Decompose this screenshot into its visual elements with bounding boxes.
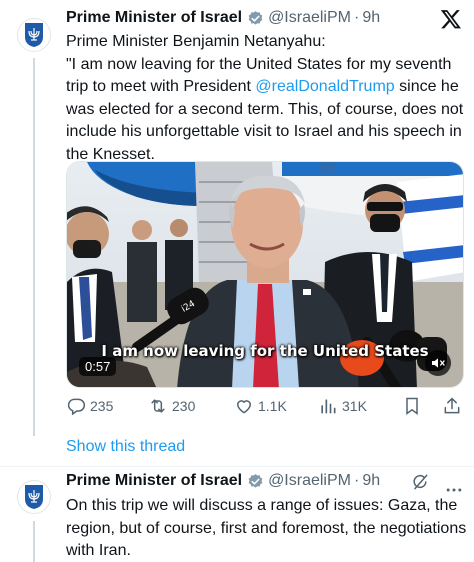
tweet-text: On this trip we will discuss a range of … [66,497,467,559]
repost-count: 230 [172,398,196,414]
share-icon [444,397,460,414]
thread-connector-line [33,521,35,562]
video-duration: 0:57 [79,357,117,376]
avatar[interactable] [17,18,51,52]
israel-emblem-icon [25,23,43,47]
views-chart-icon [321,399,336,414]
israel-emblem-icon [25,485,43,509]
like-count: 1.1K [258,398,287,414]
reply-icon [67,398,86,416]
x-logo-icon[interactable] [440,8,462,30]
bookmark-button[interactable] [402,396,422,416]
tweet-text: Prime Minister Benjamin Netanyahu: "I am… [66,31,470,166]
timestamp[interactable]: 9h [362,472,380,490]
like-button[interactable]: 1.1K [234,396,287,416]
author-name[interactable]: Prime Minister of Israel [66,9,242,27]
tweet-actions: 235 230 1.1K 31K [66,396,464,420]
avatar[interactable] [17,480,51,514]
views-count: 31K [342,398,367,414]
reply-count: 235 [90,398,114,414]
video-caption: I am now leaving for the United States [101,342,429,360]
views-button[interactable]: 31K [318,396,367,416]
repost-button[interactable]: 230 [148,396,195,416]
mute-button[interactable] [425,350,451,376]
tweet-text-quote: "I am now leaving for the United States … [66,54,470,167]
tweet-header: Prime Minister of Israel @IsraeliPM · 9h [66,472,380,490]
author-name[interactable]: Prime Minister of Israel [66,472,242,490]
bookmark-icon [406,397,418,415]
verified-badge-icon [248,473,263,488]
muted-speaker-icon [432,358,445,368]
separator-dot: · [353,9,360,26]
video-player[interactable]: i24 I am now leaving for the United Stat… [66,161,464,388]
separator-dot: · [353,472,360,489]
mention-link[interactable]: @realDonaldTrump [255,78,394,95]
tweet-header: Prime Minister of Israel @IsraeliPM · 9h [66,9,380,27]
tweet-text-line: Prime Minister Benjamin Netanyahu: [66,33,326,50]
author-handle[interactable]: @IsraeliPM [268,472,351,490]
thread-connector-line [33,58,35,436]
reply-button[interactable]: 235 [66,396,113,416]
heart-icon [236,400,252,414]
grok-icon[interactable] [410,472,430,492]
author-handle[interactable]: @IsraeliPM [268,9,351,27]
tweet-divider [0,466,474,467]
show-thread-link[interactable]: Show this thread [66,438,185,456]
verified-badge-icon [248,10,263,25]
repost-icon [151,399,165,413]
share-button[interactable] [442,396,462,416]
timestamp[interactable]: 9h [362,9,380,27]
